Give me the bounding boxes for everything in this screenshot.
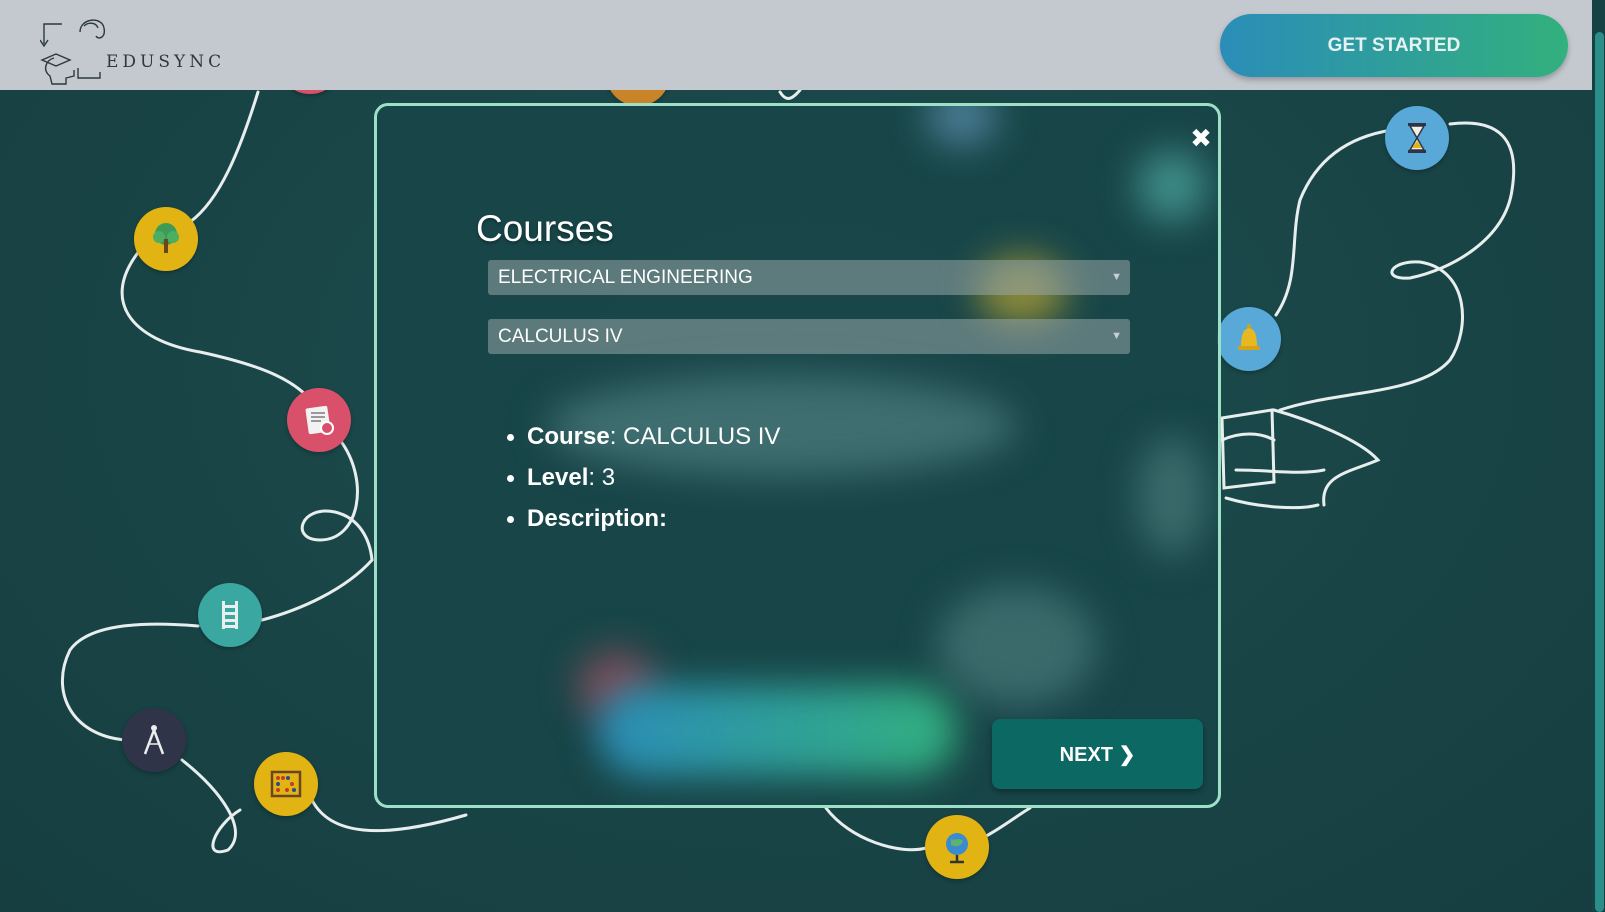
brand-name: EDUSYNC [106,52,226,72]
detail-value: 3 [601,464,616,491]
modal-title: Courses [476,208,614,249]
blur-blob [1137,436,1207,556]
get-started-button[interactable]: GET STARTED [1220,14,1568,77]
level-detail-item: Level: 3 [506,457,780,498]
blur-blob [927,106,997,146]
detail-key: Description [527,505,660,532]
blur-blob [937,586,1097,706]
detail-value: CALCULUS IV [623,423,781,450]
top-header: EDUSYNC GET STARTED [0,0,1592,90]
course-select[interactable]: CALCULUS IV ▼ [488,319,1130,354]
abacus-icon [254,752,318,816]
course-detail-item: Course: CALCULUS IV [506,416,781,457]
edusync-logo[interactable]: EDUSYNC [39,12,221,88]
next-button[interactable]: NEXT ❯ [992,719,1203,789]
blur-blob [1137,151,1207,221]
ladder-icon [198,583,262,647]
tree-icon [134,207,198,271]
close-icon[interactable]: ✖ [1187,124,1215,152]
detail-separator: : [588,464,602,491]
detail-separator: : [609,423,624,450]
blur-blob [597,686,957,776]
bell-icon [1217,307,1281,371]
certificate-icon [287,388,351,452]
hourglass-icon [1385,106,1449,170]
course-details-list: Course: CALCULUS IV Level: 3 Description… [506,416,781,539]
course-select-value: CALCULUS IV [498,326,623,347]
chevron-down-icon: ▼ [1111,271,1122,283]
department-select-value: ELECTRICAL ENGINEERING [498,267,753,288]
globe-icon [925,815,989,879]
detail-key: Level [527,464,589,491]
scrollbar-thumb[interactable] [1595,32,1604,912]
description-detail-item: Description: [506,498,780,539]
chevron-down-icon: ▼ [1111,330,1122,342]
department-select[interactable]: ELECTRICAL ENGINEERING ▼ [488,260,1130,295]
head-logo-icon [39,19,106,85]
compass-icon [122,708,186,772]
detail-key: Course [527,423,610,450]
courses-modal: ✖ Courses ELECTRICAL ENGINEERING ▼ CALCU… [374,103,1221,808]
detail-separator: : [659,505,668,532]
